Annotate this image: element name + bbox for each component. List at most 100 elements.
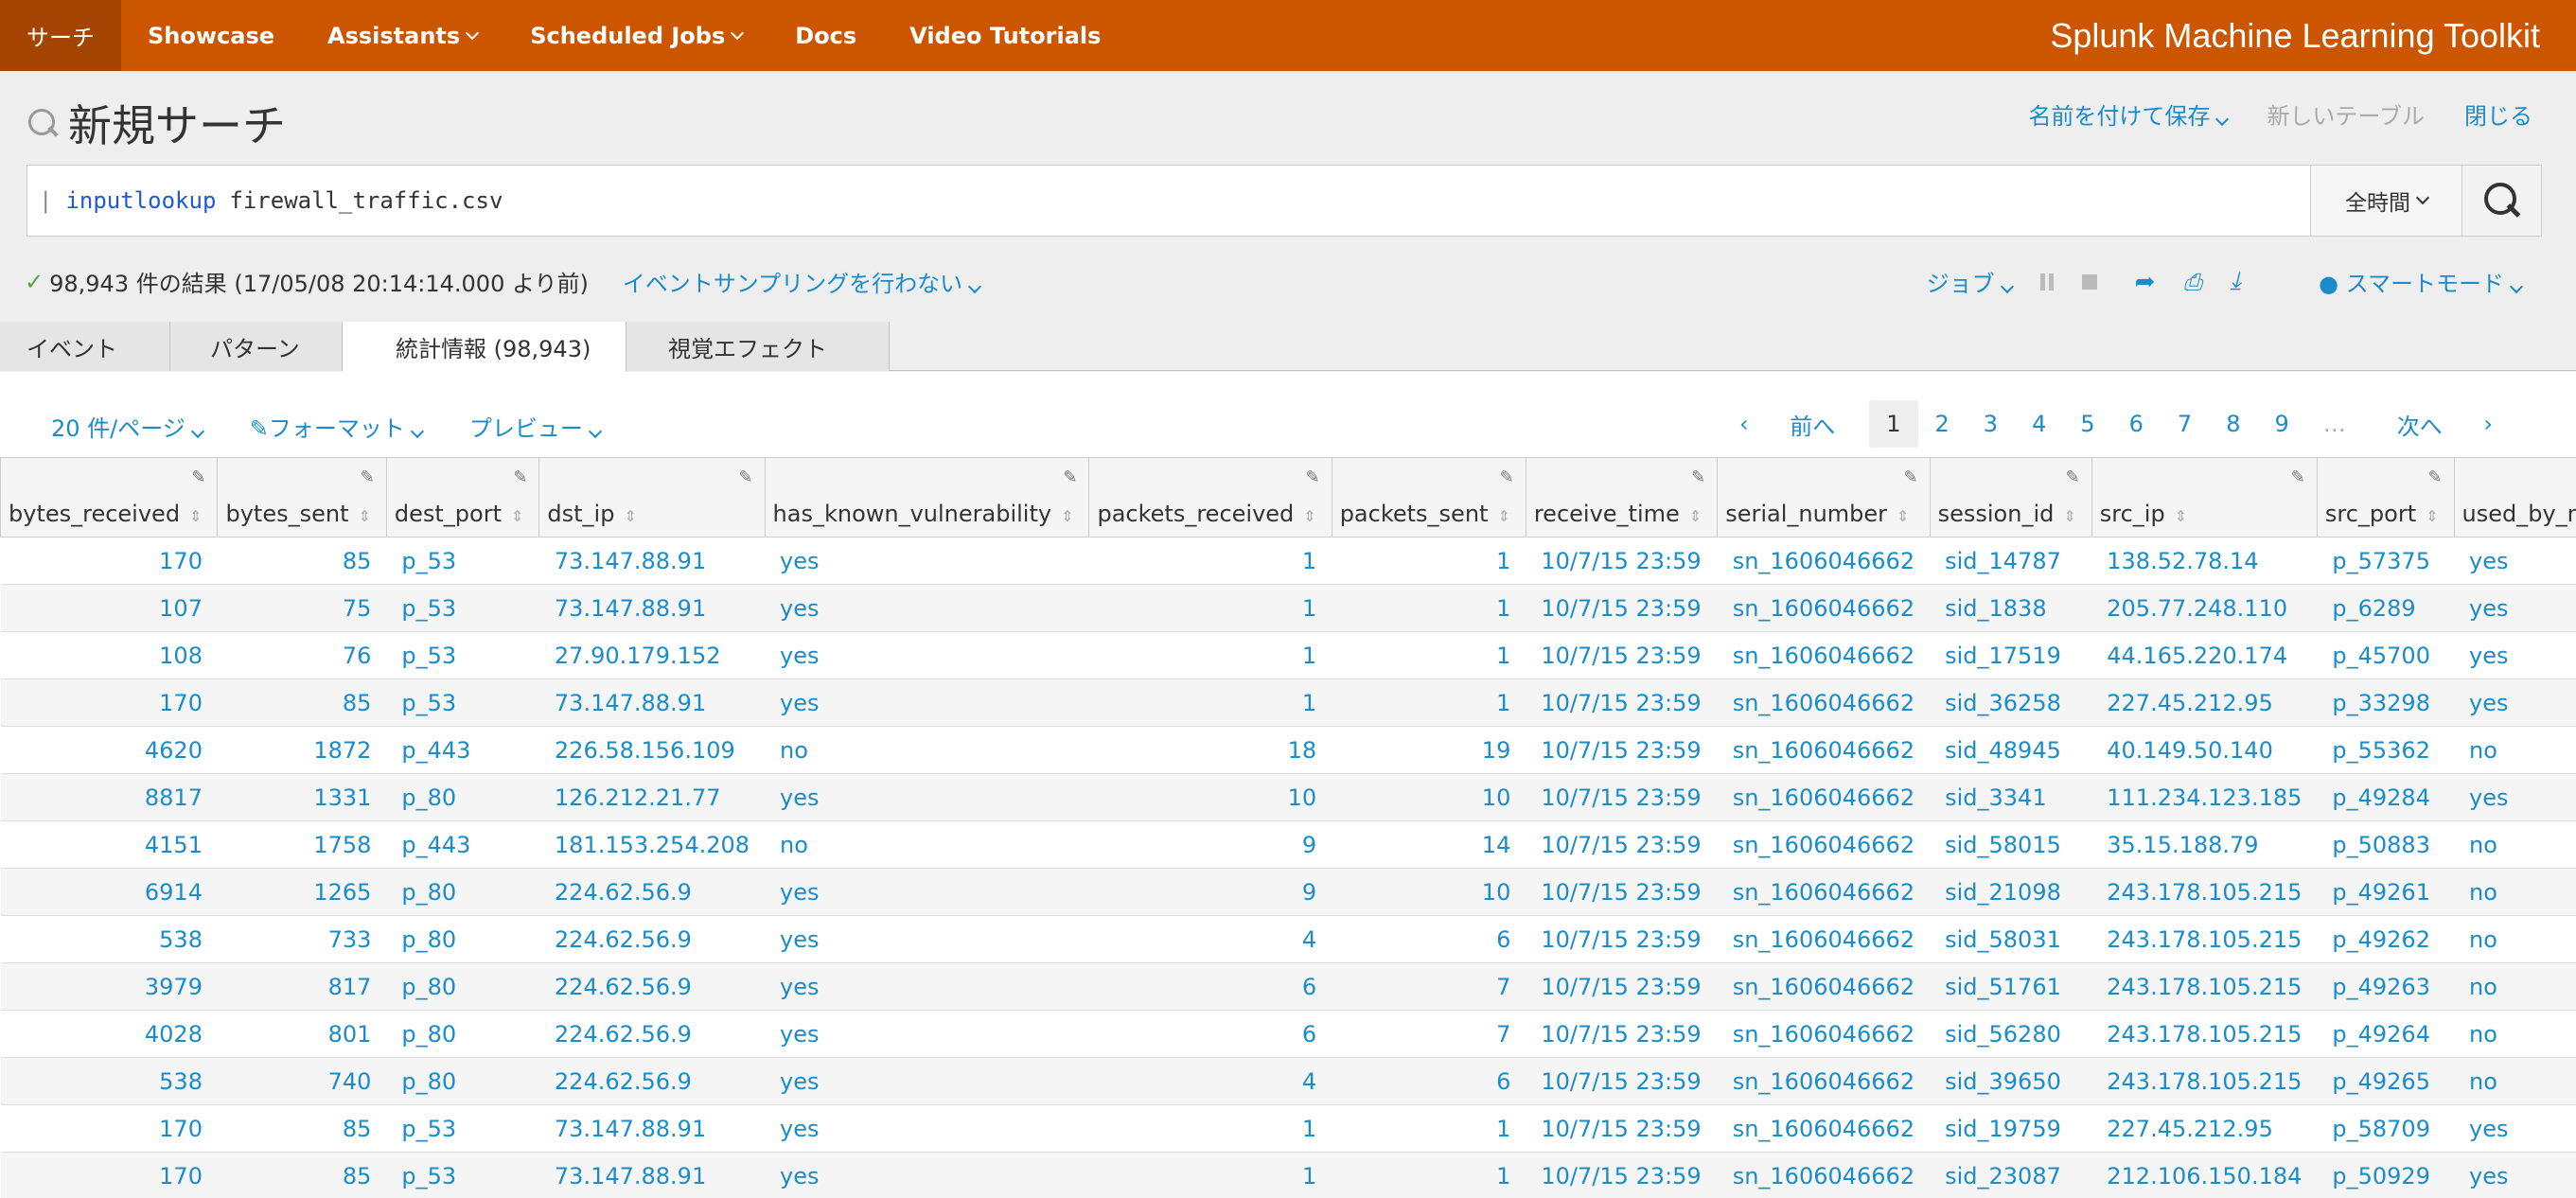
table-cell[interactable]: p_45700 [2317,631,2455,679]
column-header-has-known-vulnerability[interactable]: ✎ has_known_vulnerability ⇕ [764,457,1090,537]
page-button[interactable]: 1 [1869,400,1918,448]
table-cell[interactable]: 1 [1088,678,1332,727]
table-cell[interactable]: p_49284 [2317,773,2455,821]
table-cell[interactable]: 1 [1088,1152,1332,1198]
table-cell[interactable]: 1265 [217,868,387,916]
table-cell[interactable]: yes [765,678,1089,727]
table-cell[interactable]: no [2454,1010,2576,1058]
table-cell[interactable]: 1331 [217,773,387,821]
table-cell[interactable]: sn_1606046662 [1717,631,1931,679]
table-cell[interactable]: sid_14787 [1930,537,2092,585]
table-cell[interactable]: 76 [217,631,387,679]
tab-statistics[interactable]: 統計情報 (98,943) [343,322,626,372]
table-cell[interactable]: 138.52.78.14 [2091,537,2318,585]
table-cell[interactable]: 10/7/15 23:59 [1526,1010,1718,1058]
table-cell[interactable]: p_33298 [2317,678,2455,727]
table-cell[interactable]: no [2454,868,2576,916]
table-cell[interactable]: 205.77.248.110 [2091,584,2318,632]
table-cell[interactable]: 3979 [0,962,218,1011]
table-cell[interactable]: p_443 [386,726,539,774]
table-cell[interactable]: sid_51761 [1930,962,2092,1011]
sampling-dropdown[interactable]: イベントサンプリングを行わない [623,265,982,298]
table-cell[interactable]: 10/7/15 23:59 [1526,868,1718,916]
table-cell[interactable]: sn_1606046662 [1717,868,1931,916]
sort-icon[interactable]: ⇕ [1061,507,1073,525]
table-cell[interactable]: 7 [1332,1010,1526,1058]
table-cell[interactable]: 227.45.212.95 [2091,678,2318,727]
table-cell[interactable]: 538 [0,915,218,963]
table-cell[interactable]: 6 [1332,1057,1526,1105]
page-button[interactable]: 5 [2063,400,2111,448]
table-cell[interactable]: sid_19759 [1930,1104,2092,1153]
table-cell[interactable]: no [765,726,1089,774]
table-cell[interactable]: 1758 [217,820,387,869]
table-cell[interactable]: 10/7/15 23:59 [1526,915,1718,963]
table-cell[interactable]: yes [765,915,1089,963]
table-cell[interactable]: p_80 [386,868,539,916]
table-cell[interactable]: p_50883 [2317,820,2455,869]
pencil-icon[interactable]: ✎ [738,467,752,487]
table-cell[interactable]: 108 [0,631,218,679]
table-cell[interactable]: 10/7/15 23:59 [1526,726,1718,774]
table-cell[interactable]: 27.90.179.152 [538,631,766,679]
table-cell[interactable]: yes [765,868,1089,916]
table-cell[interactable]: 4 [1088,1057,1332,1105]
pencil-icon[interactable]: ✎ [1691,467,1705,487]
table-cell[interactable]: 4 [1088,915,1332,963]
table-cell[interactable]: 243.178.105.215 [2091,962,2318,1011]
table-cell[interactable]: 6 [1332,915,1526,963]
table-cell[interactable]: 10/7/15 23:59 [1526,537,1718,585]
table-cell[interactable]: yes [765,584,1089,632]
table-cell[interactable]: 733 [217,915,387,963]
nav-search[interactable]: サーチ [0,0,121,71]
table-cell[interactable]: no [2454,820,2576,869]
table-cell[interactable]: yes [765,962,1089,1011]
table-cell[interactable]: 35.15.188.79 [2091,820,2318,869]
sort-icon[interactable]: ⇕ [1303,507,1315,525]
table-cell[interactable]: p_49265 [2317,1057,2455,1105]
page-button[interactable]: 7 [2161,400,2209,448]
table-cell[interactable]: 10/7/15 23:59 [1526,1152,1718,1198]
table-cell[interactable]: 227.45.212.95 [2091,1104,2318,1153]
table-cell[interactable]: no [2454,726,2576,774]
table-cell[interactable]: p_80 [386,773,539,821]
sort-icon[interactable]: ⇕ [1897,507,1909,525]
search-button[interactable] [2461,166,2541,236]
column-header-dest-port[interactable]: ✎ dest_port ⇕ [385,457,540,537]
pause-icon[interactable] [2039,273,2054,291]
page-button[interactable]: 6 [2112,400,2161,448]
table-cell[interactable]: 73.147.88.91 [538,584,766,632]
table-cell[interactable]: 44.165.220.174 [2091,631,2318,679]
table-cell[interactable]: 6 [1088,962,1332,1011]
table-cell[interactable]: 40.149.50.140 [2091,726,2318,774]
sort-icon[interactable]: ⇕ [358,507,370,525]
per-page-dropdown[interactable]: 20 件/ページ [51,410,204,443]
table-cell[interactable]: yes [765,1104,1089,1153]
table-cell[interactable]: sid_56280 [1930,1010,2092,1058]
table-cell[interactable]: p_80 [386,1057,539,1105]
sort-icon[interactable]: ⇕ [2426,507,2438,525]
table-cell[interactable]: p_55362 [2317,726,2455,774]
column-header-src-port[interactable]: ✎ src_port ⇕ [2316,457,2455,537]
column-header-serial-number[interactable]: ✎ serial_number ⇕ [1717,457,1931,537]
table-cell[interactable]: no [2454,1057,2576,1105]
table-cell[interactable]: 9 [1088,820,1332,869]
preview-dropdown[interactable]: プレビュー [469,410,602,443]
table-cell[interactable]: 224.62.56.9 [538,868,766,916]
pencil-icon[interactable]: ✎ [1306,467,1320,487]
column-header-receive-time[interactable]: ✎ receive_time ⇕ [1525,457,1719,537]
table-cell[interactable]: 18 [1088,726,1332,774]
close-button[interactable]: 閉じる [2464,97,2532,131]
table-cell[interactable]: sid_23087 [1930,1152,2092,1198]
table-cell[interactable]: 73.147.88.91 [538,537,766,585]
table-cell[interactable]: 85 [217,1104,387,1153]
job-menu[interactable]: ジョブ [1927,265,2014,298]
table-cell[interactable]: 1 [1332,584,1526,632]
table-cell[interactable]: 7 [1332,962,1526,1011]
table-cell[interactable]: 85 [217,1152,387,1198]
sort-icon[interactable]: ⇕ [189,507,202,525]
table-cell[interactable]: 6914 [0,868,218,916]
table-cell[interactable]: 226.58.156.109 [538,726,766,774]
next-page-button[interactable]: 次へ › [2363,400,2527,448]
table-cell[interactable]: 4620 [0,726,218,774]
